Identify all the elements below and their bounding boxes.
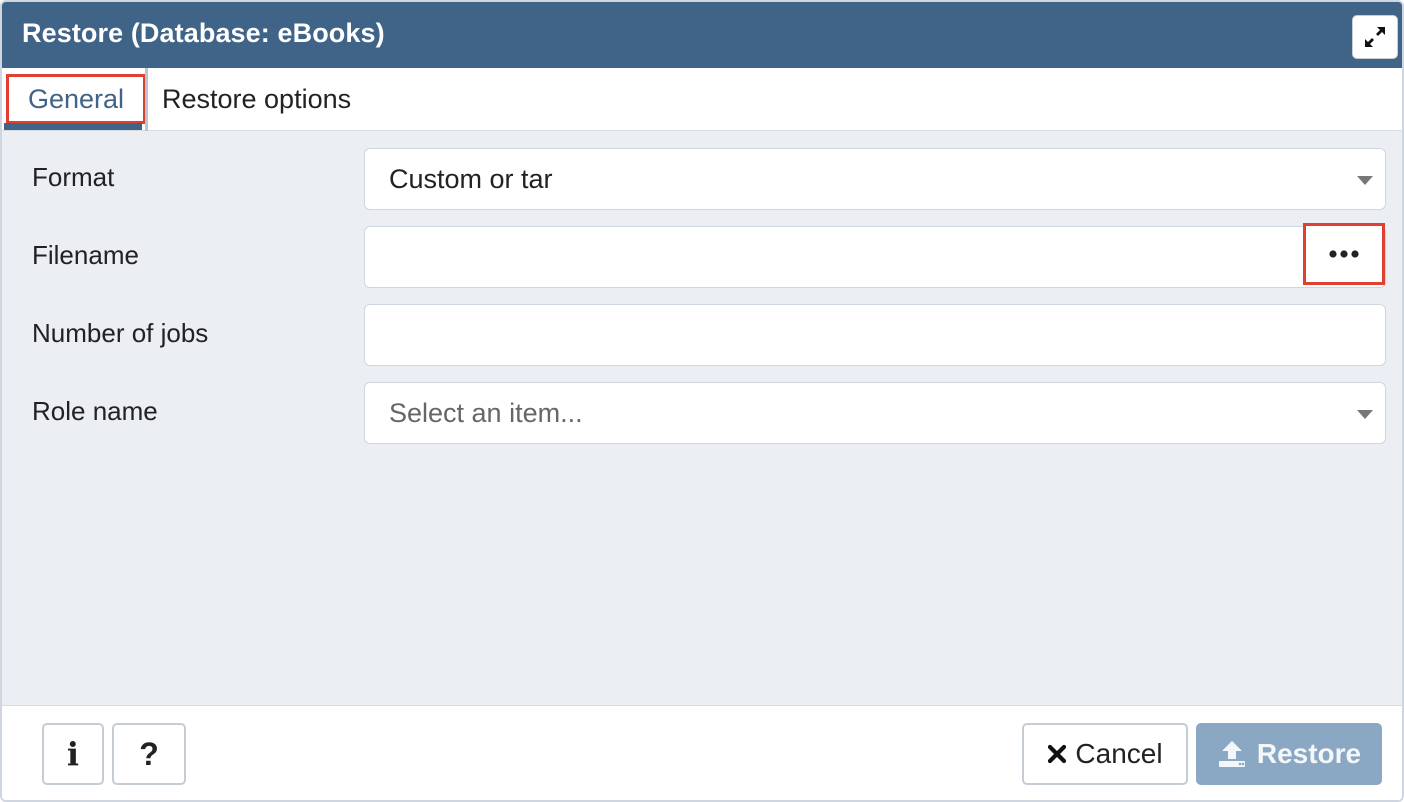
active-tab-indicator xyxy=(4,123,142,130)
dialog-titlebar: Restore (Database: eBooks) xyxy=(2,2,1402,68)
info-button[interactable]: i xyxy=(42,723,104,785)
format-select[interactable]: Custom or tar xyxy=(364,148,1386,210)
browse-file-button[interactable] xyxy=(1303,223,1385,285)
filename-input[interactable] xyxy=(364,223,1386,288)
restore-button[interactable]: Restore xyxy=(1196,723,1382,785)
restore-label: Restore xyxy=(1256,738,1362,769)
cancel-button[interactable]: Cancel xyxy=(1022,723,1188,785)
jobs-input[interactable] xyxy=(364,304,1386,366)
tab-bar: General Restore options xyxy=(2,68,1402,131)
format-label: Format xyxy=(32,162,115,192)
role-select[interactable]: Select an item... xyxy=(364,382,1386,444)
dialog-footer: i ? Cancel Restore xyxy=(2,705,1402,800)
filename-label: Filename xyxy=(32,240,139,270)
help-icon: ? xyxy=(139,735,159,772)
maximize-button[interactable] xyxy=(1352,15,1398,59)
close-icon xyxy=(1048,744,1067,764)
cancel-label: Cancel xyxy=(1075,738,1163,769)
info-icon: i xyxy=(66,735,80,773)
tab-restore-options[interactable]: Restore options xyxy=(162,74,351,124)
dialog-title: Restore (Database: eBooks) xyxy=(22,18,385,48)
upload-icon xyxy=(1218,741,1245,767)
role-label: Role name xyxy=(32,396,158,426)
expand-arrows-icon xyxy=(1365,27,1385,47)
chevron-down-icon xyxy=(1357,410,1373,419)
format-value: Custom or tar xyxy=(389,164,553,194)
help-button[interactable]: ? xyxy=(112,723,186,785)
tab-divider xyxy=(145,68,148,131)
jobs-label: Number of jobs xyxy=(32,318,209,348)
ellipsis-icon xyxy=(1329,250,1359,258)
restore-dialog: Restore (Database: eBooks) General Resto… xyxy=(0,0,1404,802)
tab-restore-options-label: Restore options xyxy=(162,83,352,114)
role-placeholder: Select an item... xyxy=(389,398,583,428)
chevron-down-icon xyxy=(1357,176,1373,185)
tab-general[interactable]: General xyxy=(6,74,146,124)
tab-general-label: General xyxy=(27,83,125,114)
